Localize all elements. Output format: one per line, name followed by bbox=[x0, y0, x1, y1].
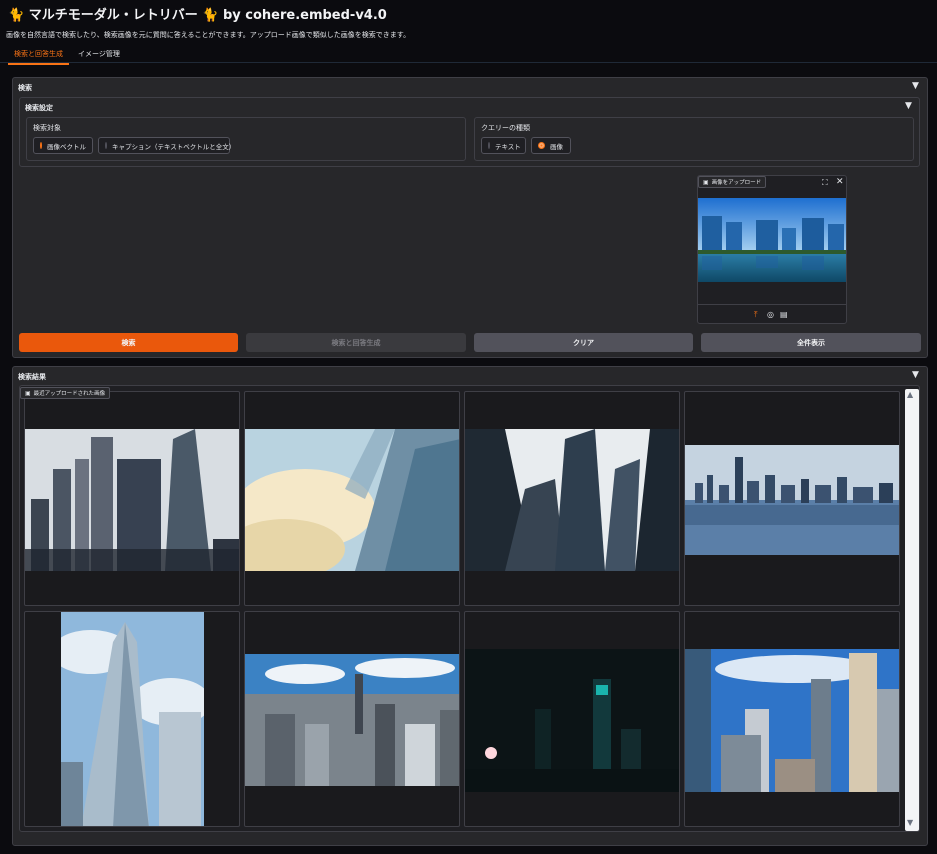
gallery-item[interactable] bbox=[684, 391, 900, 606]
caret-down-icon[interactable]: ▼ bbox=[905, 101, 912, 111]
results-panel-title: 検索結果 bbox=[18, 373, 46, 381]
radio-image-vector[interactable]: 画像ベクトル bbox=[33, 137, 93, 154]
image-icon: ▣ bbox=[25, 389, 31, 397]
app-title: 🐈 マルチモーダル・レトリバー 🐈 by cohere.embed-v4.0 bbox=[8, 8, 387, 23]
search-answer-button[interactable]: 検索と回答生成 bbox=[246, 333, 466, 352]
radio-label: 画像 bbox=[550, 142, 563, 151]
webcam-icon[interactable]: ◎ bbox=[767, 310, 774, 319]
fullscreen-icon[interactable]: ⛶ bbox=[822, 178, 828, 188]
gallery-item[interactable] bbox=[244, 611, 460, 827]
gallery-image bbox=[685, 649, 899, 792]
close-icon[interactable]: ✕ bbox=[836, 177, 844, 187]
show-all-button[interactable]: 全件表示 bbox=[701, 333, 921, 352]
radio-label: キャプション（テキストベクトルと全文） bbox=[112, 142, 236, 151]
upload-label-badge: ▣ 画像をアップロード bbox=[698, 176, 767, 188]
gallery-image bbox=[245, 654, 459, 786]
radio-dot bbox=[488, 142, 490, 149]
caret-down-icon[interactable]: ▼ bbox=[912, 81, 919, 91]
query-type-label: クエリーの種類 bbox=[481, 124, 530, 132]
caret-down-icon[interactable]: ▼ bbox=[912, 370, 919, 380]
gallery-item[interactable] bbox=[464, 611, 680, 827]
gallery-item[interactable] bbox=[244, 391, 460, 606]
search-target-label: 検索対象 bbox=[33, 124, 61, 132]
settings-title: 検索設定 bbox=[25, 104, 53, 112]
gallery-scrollbar[interactable] bbox=[905, 389, 919, 831]
radio-label: テキスト bbox=[495, 142, 521, 151]
gallery-label-badge: ▣ 最近アップロードされた画像 bbox=[20, 387, 111, 399]
gallery-image bbox=[465, 429, 679, 571]
gallery-image bbox=[25, 429, 239, 571]
gallery-item[interactable] bbox=[684, 611, 900, 827]
scroll-up-icon[interactable]: ▲ bbox=[907, 390, 913, 399]
radio-selected-dot bbox=[40, 142, 42, 149]
upload-divider bbox=[698, 304, 846, 305]
search-button[interactable]: 検索 bbox=[19, 333, 238, 352]
clear-button[interactable]: クリア bbox=[474, 333, 693, 352]
gallery-label: 最近アップロードされた画像 bbox=[33, 391, 106, 397]
gallery-image bbox=[61, 612, 204, 826]
upload-label: 画像をアップロード bbox=[711, 180, 762, 186]
clipboard-icon[interactable]: ▤ bbox=[780, 310, 788, 319]
radio-text[interactable]: テキスト bbox=[481, 137, 526, 154]
app-subtitle: 画像を自然言語で検索したり、検索画像を元に質問に答えることができます。アップロー… bbox=[6, 31, 411, 39]
gallery-item[interactable] bbox=[24, 611, 240, 827]
gallery-item[interactable] bbox=[464, 391, 680, 606]
radio-image[interactable]: 画像 bbox=[531, 137, 571, 154]
upload-icon[interactable]: ⤒ bbox=[754, 310, 758, 320]
radio-selected-dot bbox=[538, 142, 545, 149]
radio-label: 画像ベクトル bbox=[47, 142, 86, 151]
radio-caption[interactable]: キャプション（テキストベクトルと全文） bbox=[98, 137, 235, 154]
search-panel-title: 検索 bbox=[18, 84, 32, 92]
gallery-image bbox=[685, 445, 899, 555]
radio-dot bbox=[105, 142, 107, 149]
gallery-image bbox=[245, 429, 459, 571]
scroll-down-icon[interactable]: ▼ bbox=[907, 818, 913, 827]
tab-image-management[interactable]: イメージ管理 bbox=[72, 47, 126, 63]
gallery-image bbox=[465, 649, 679, 792]
tab-divider bbox=[0, 62, 937, 63]
image-icon: ▣ bbox=[703, 178, 709, 186]
gallery-item[interactable] bbox=[24, 391, 240, 606]
uploaded-image-preview bbox=[698, 198, 846, 282]
